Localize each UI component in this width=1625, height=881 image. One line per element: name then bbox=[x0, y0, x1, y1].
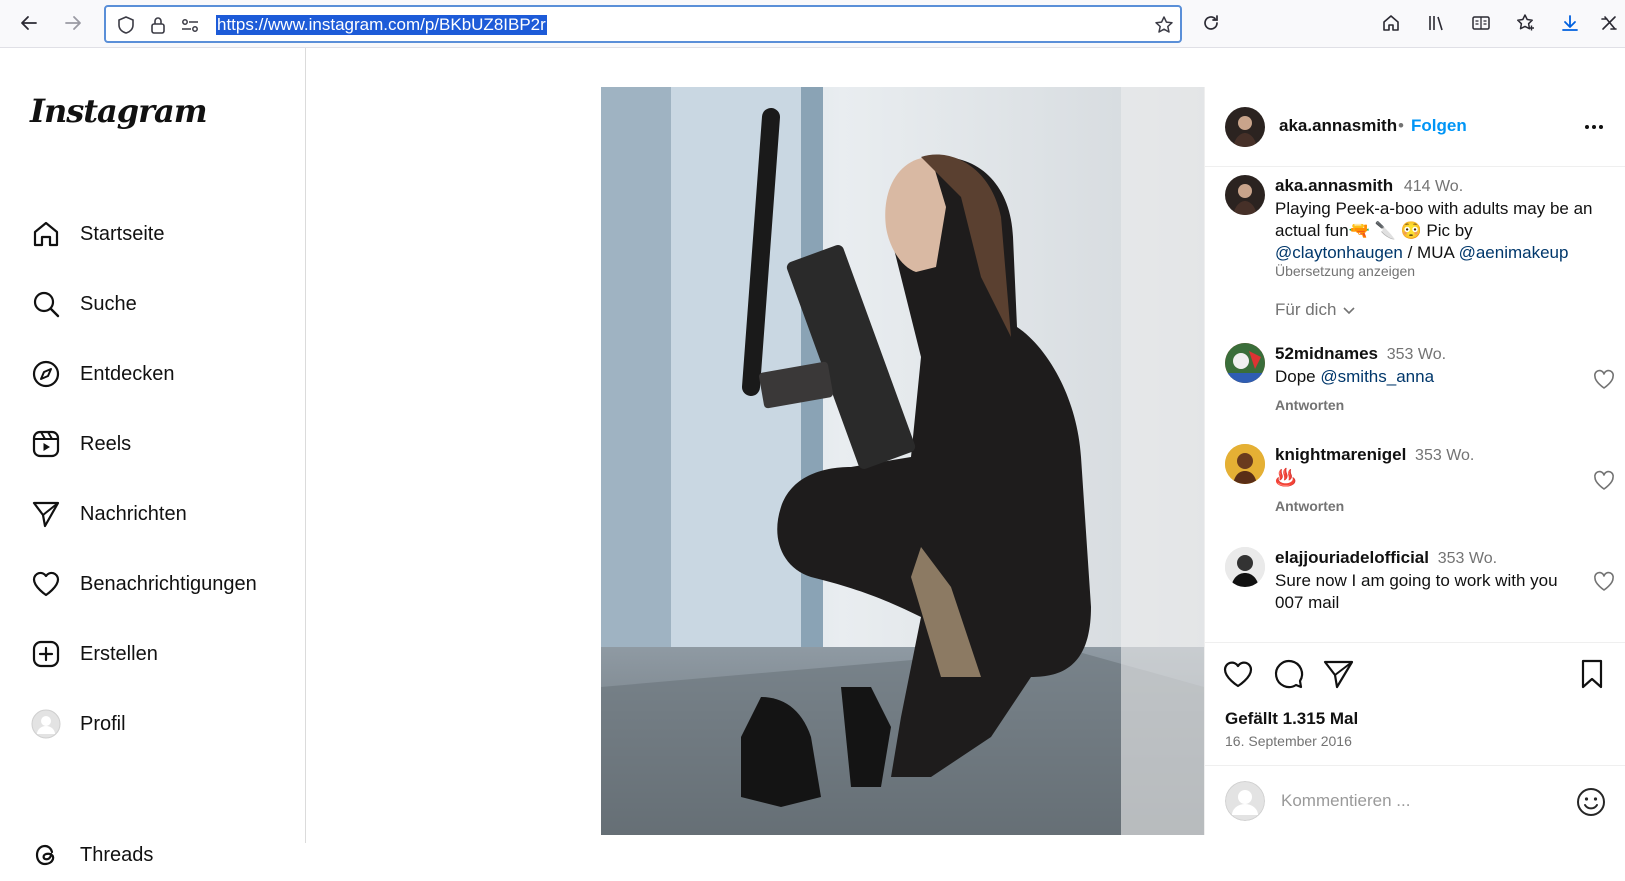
reload-icon[interactable] bbox=[1196, 8, 1226, 38]
share-paper-plane-icon[interactable] bbox=[1321, 657, 1355, 691]
sidebar-item-label: Threads bbox=[80, 843, 154, 866]
url-bar[interactable]: https://www.instagram.com/p/BKbUZ8IBP2r bbox=[104, 5, 1182, 43]
translate-link[interactable]: Übersetzung anzeigen bbox=[1275, 260, 1605, 282]
caption-time[interactable]: 414 Wo. bbox=[1404, 178, 1463, 195]
comment-mention-link[interactable]: @smiths_anna bbox=[1320, 367, 1434, 386]
post-image bbox=[601, 87, 1204, 835]
sidebar-item-label: Benachrichtigungen bbox=[80, 572, 257, 595]
paper-plane-icon bbox=[30, 498, 62, 530]
comment-composer bbox=[1205, 765, 1625, 835]
sidebar-item-create[interactable]: Erstellen bbox=[16, 628, 292, 680]
commenter-avatar[interactable] bbox=[1225, 343, 1265, 383]
plus-square-icon bbox=[30, 638, 62, 670]
comment-text: Dope bbox=[1275, 367, 1321, 386]
more-options-icon[interactable] bbox=[1582, 115, 1606, 139]
sidebar-item-profile[interactable]: Profil bbox=[16, 698, 292, 750]
post-actions: Gefällt 1.315 Mal 16. September 2016 bbox=[1205, 642, 1625, 765]
instagram-logo[interactable]: Instagram bbox=[30, 92, 208, 130]
url-text[interactable]: https://www.instagram.com/p/BKbUZ8IBP2r bbox=[216, 15, 547, 35]
lock-icon[interactable] bbox=[148, 15, 168, 35]
reels-icon bbox=[30, 428, 62, 460]
post-photo[interactable] bbox=[601, 87, 1204, 835]
sidebar-item-threads[interactable]: Threads bbox=[16, 829, 292, 881]
heart-icon bbox=[30, 568, 62, 600]
follow-separator: • bbox=[1398, 116, 1404, 135]
post-date[interactable]: 16. September 2016 bbox=[1225, 733, 1352, 749]
emoji-icon[interactable] bbox=[1576, 787, 1606, 817]
comment-time[interactable]: 353 Wo. bbox=[1415, 447, 1474, 464]
post-caption: aka.annasmith 414 Wo. Playing Peek-a-boo… bbox=[1225, 175, 1615, 305]
reply-button[interactable]: Antworten bbox=[1275, 397, 1344, 413]
sidebar-item-label: Erstellen bbox=[80, 642, 158, 665]
comment-like-heart-icon[interactable] bbox=[1593, 470, 1615, 492]
sidebar-item-label: Entdecken bbox=[80, 362, 175, 385]
comment-time[interactable]: 353 Wo. bbox=[1387, 346, 1446, 363]
likes-count[interactable]: Gefällt 1.315 Mal bbox=[1225, 709, 1358, 729]
library-icon[interactable] bbox=[1421, 8, 1451, 38]
forward-arrow-icon[interactable] bbox=[58, 8, 88, 38]
caption-mention-link[interactable]: @aenimakeup bbox=[1459, 243, 1569, 262]
sidebar-item-messages[interactable]: Nachrichten bbox=[16, 488, 292, 540]
bookmark-star-icon[interactable] bbox=[1154, 15, 1174, 35]
commenter-avatar[interactable] bbox=[1225, 444, 1265, 484]
own-avatar bbox=[1225, 781, 1265, 821]
customize-icon[interactable] bbox=[1596, 8, 1622, 38]
commenter-username[interactable]: knightmarenigel bbox=[1275, 445, 1406, 464]
comment-text: ♨️ bbox=[1275, 468, 1297, 487]
extensions-icon[interactable] bbox=[1510, 8, 1540, 38]
sidebar-item-label: Startseite bbox=[80, 222, 165, 245]
post-header: aka.annasmith • Folgen bbox=[1205, 87, 1625, 167]
commenter-avatar[interactable] bbox=[1225, 547, 1265, 587]
comment-time[interactable]: 353 Wo. bbox=[1438, 550, 1497, 567]
sidebar-item-explore[interactable]: Entdecken bbox=[16, 348, 292, 400]
permissions-icon[interactable] bbox=[180, 15, 200, 35]
caption-username[interactable]: aka.annasmith bbox=[1275, 176, 1393, 195]
threads-icon bbox=[30, 839, 62, 871]
reader-view-icon[interactable] bbox=[1466, 8, 1496, 38]
profile-avatar-icon bbox=[30, 708, 62, 740]
home-icon[interactable] bbox=[1376, 8, 1406, 38]
commenter-username[interactable]: 52midnames bbox=[1275, 344, 1378, 363]
caption-avatar[interactable] bbox=[1225, 175, 1265, 215]
shield-icon[interactable] bbox=[116, 15, 136, 35]
comment-text: Sure now I am going to work with you 007… bbox=[1275, 571, 1558, 612]
comment-item: knightmarenigel 353 Wo. ♨️ Antworten bbox=[1225, 444, 1615, 534]
sidebar-item-label: Reels bbox=[80, 432, 132, 455]
search-icon bbox=[30, 288, 62, 320]
compass-icon bbox=[30, 358, 62, 390]
like-heart-icon[interactable] bbox=[1221, 657, 1255, 691]
comment-item: elajjouriadelofficial 353 Wo. Sure now I… bbox=[1225, 547, 1615, 627]
save-bookmark-icon[interactable] bbox=[1575, 657, 1609, 691]
comment-bubble-icon[interactable] bbox=[1271, 657, 1305, 691]
sidebar-item-search[interactable]: Suche bbox=[16, 278, 292, 330]
follow-button[interactable]: Folgen bbox=[1411, 116, 1467, 136]
for-you-label: Für dich bbox=[1275, 300, 1337, 319]
caption-text: Playing Peek-a-boo with adults may be an… bbox=[1275, 199, 1593, 240]
sidebar-item-label: Nachrichten bbox=[80, 502, 187, 525]
sidebar-item-label: Profil bbox=[80, 712, 126, 735]
reply-button[interactable]: Antworten bbox=[1275, 498, 1344, 514]
author-username[interactable]: aka.annasmith bbox=[1279, 116, 1397, 136]
sidebar-item-notifications[interactable]: Benachrichtigungen bbox=[16, 558, 292, 610]
chevron-down-icon bbox=[1342, 303, 1356, 317]
home-icon bbox=[30, 218, 62, 250]
downloads-icon[interactable] bbox=[1555, 8, 1585, 38]
comment-like-heart-icon[interactable] bbox=[1593, 571, 1615, 593]
comment-input[interactable] bbox=[1281, 786, 1551, 816]
author-avatar[interactable] bbox=[1225, 107, 1265, 147]
back-arrow-icon[interactable] bbox=[14, 8, 44, 38]
sidebar-item-label: Suche bbox=[80, 292, 137, 315]
post-detail-panel: aka.annasmith • Folgen aka.annasmith 414… bbox=[1204, 87, 1625, 835]
comment-item: 52midnames 353 Wo. Dope @smiths_anna Ant… bbox=[1225, 343, 1615, 433]
sidebar: Instagram Startseite Suche Entdecken Ree… bbox=[0, 48, 306, 866]
browser-toolbar: https://www.instagram.com/p/BKbUZ8IBP2r bbox=[0, 0, 1625, 48]
sidebar-item-reels[interactable]: Reels bbox=[16, 418, 292, 470]
comment-like-heart-icon[interactable] bbox=[1593, 369, 1615, 391]
for-you-dropdown[interactable]: Für dich bbox=[1275, 300, 1356, 320]
commenter-username[interactable]: elajjouriadelofficial bbox=[1275, 548, 1429, 567]
sidebar-item-home[interactable]: Startseite bbox=[16, 208, 292, 260]
